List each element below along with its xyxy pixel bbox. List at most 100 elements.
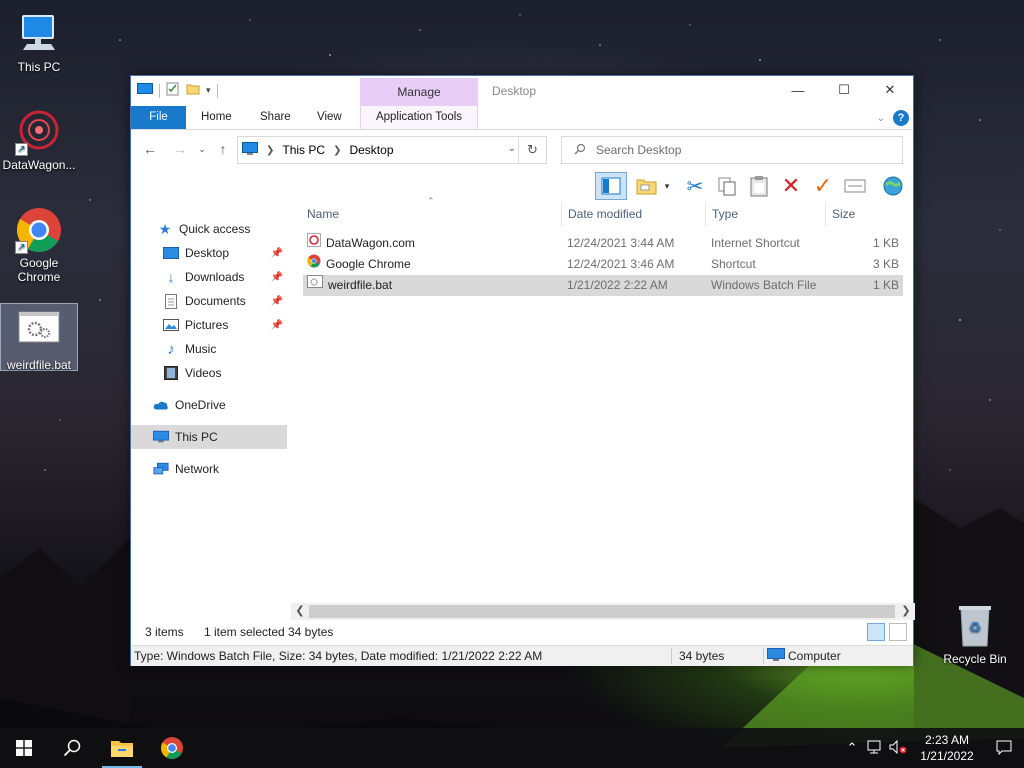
expand-ribbon-icon[interactable]: ⌄ — [877, 113, 885, 124]
tab-share[interactable]: Share — [248, 106, 303, 129]
clock[interactable]: 2:23 AM 1/21/2022 — [910, 732, 984, 764]
recent-locations-button[interactable]: ⌄ — [193, 140, 211, 158]
paste-icon[interactable] — [747, 174, 771, 198]
file-date: 12/24/2021 3:46 AM — [567, 257, 675, 271]
copy-icon[interactable] — [715, 174, 739, 198]
separator — [159, 83, 160, 98]
title-bar[interactable]: ▾ Manage Desktop — ☐ ✕ — [131, 76, 913, 106]
manage-tab-group[interactable]: Manage — [360, 78, 478, 106]
star-icon: ★ — [158, 220, 172, 237]
large-icons-view-button[interactable] — [889, 623, 907, 641]
details-view-button[interactable] — [867, 623, 885, 641]
video-icon — [163, 365, 179, 381]
desktop-icon-recycle-bin[interactable]: ♻ Recycle Bin — [936, 602, 1014, 666]
sidebar-item-documents[interactable]: Documents 📌 — [131, 289, 287, 313]
tab-file[interactable]: File — [131, 106, 186, 129]
column-header-type[interactable]: Type — [708, 202, 824, 226]
file-date: 1/21/2022 2:22 AM — [567, 278, 668, 292]
preview-pane-icon[interactable] — [595, 172, 627, 200]
search-icon — [574, 143, 586, 158]
sidebar-item-desktop[interactable]: Desktop 📌 — [131, 241, 287, 265]
column-divider[interactable] — [825, 202, 826, 226]
file-type: Internet Shortcut — [711, 236, 800, 250]
globe-icon[interactable] — [881, 174, 905, 198]
sidebar-item-this-pc[interactable]: This PC — [131, 425, 287, 449]
notifications-icon[interactable] — [984, 739, 1024, 758]
desktop-icon-label: Google Chrome — [17, 256, 61, 284]
sidebar-item-downloads[interactable]: ↓ Downloads 📌 — [131, 265, 287, 289]
sidebar-item-label: Desktop — [185, 246, 230, 260]
delete-icon[interactable]: ✕ — [779, 173, 803, 198]
scroll-right-icon[interactable]: ❯ — [897, 603, 915, 620]
search-box[interactable]: Search Desktop — [561, 136, 903, 164]
properties-icon[interactable] — [843, 174, 867, 198]
datawagon-icon: ↗ — [15, 108, 63, 156]
sidebar-item-pictures[interactable]: Pictures 📌 — [131, 313, 287, 337]
file-size: 1 KB — [872, 236, 899, 250]
forward-button[interactable]: → — [171, 140, 189, 158]
chevron-up-icon[interactable]: ⌃ — [840, 740, 864, 756]
computer-icon — [242, 141, 258, 159]
column-header-name[interactable]: Name — [303, 202, 559, 226]
horizontal-scrollbar[interactable]: ❮ ❯ — [291, 603, 915, 620]
column-header-date-modified[interactable]: Date modified — [564, 202, 704, 226]
table-row[interactable]: Google Chrome 12/24/2021 3:46 AM Shortcu… — [303, 254, 903, 275]
column-header-size[interactable]: Size — [828, 202, 898, 226]
maximize-button[interactable]: ☐ — [821, 76, 867, 104]
file-name: weirdfile.bat — [328, 278, 393, 292]
back-button[interactable]: ← — [141, 140, 159, 158]
sidebar-item-quick-access[interactable]: ★ Quick access — [131, 217, 287, 241]
search-button[interactable] — [48, 728, 96, 768]
sidebar-item-network[interactable]: Network — [131, 457, 287, 481]
new-folder-icon[interactable] — [186, 82, 200, 99]
pin-icon[interactable]: 📌 — [271, 296, 283, 307]
tab-home[interactable]: Home — [189, 106, 244, 129]
desktop-icon-weirdfile-bat[interactable]: weirdfile.bat — [0, 303, 78, 372]
volume-muted-icon[interactable] — [886, 739, 910, 757]
tab-application-tools[interactable]: Application Tools — [360, 106, 478, 129]
pin-icon[interactable]: 📌 — [271, 248, 283, 259]
close-button[interactable]: ✕ — [867, 76, 913, 104]
start-button[interactable] — [0, 728, 48, 768]
network-icon[interactable] — [864, 740, 886, 757]
column-divider[interactable] — [705, 202, 706, 226]
file-size-text: 34 bytes — [679, 649, 725, 663]
taskbar-chrome[interactable] — [148, 728, 196, 768]
file-size: 3 KB — [872, 257, 899, 271]
help-icon[interactable]: ? — [893, 110, 909, 126]
properties-icon[interactable] — [166, 82, 180, 99]
window-icon — [137, 83, 153, 98]
address-bar[interactable]: ❯ This PC ❯ Desktop ⌄ ↻ — [237, 136, 547, 164]
desktop-icon-datawagon[interactable]: ↗ DataWagon... — [0, 108, 78, 172]
cut-icon[interactable]: ✂ — [683, 174, 707, 198]
chevron-right-icon: ❯ — [266, 144, 275, 156]
taskbar-file-explorer[interactable] — [98, 728, 146, 768]
status-bar: 3 items 1 item selected 34 bytes — [131, 621, 913, 643]
breadcrumb-this-pc[interactable]: This PC — [282, 143, 325, 157]
chevron-down-icon[interactable]: ▾ — [206, 85, 211, 96]
desktop-icon-this-pc[interactable]: This PC — [0, 10, 78, 74]
pin-icon[interactable]: 📌 — [271, 272, 283, 283]
scrollbar-thumb[interactable] — [309, 605, 895, 618]
chevron-right-icon: ❯ — [333, 144, 342, 156]
refresh-button[interactable]: ↻ — [518, 137, 546, 163]
new-item-icon[interactable] — [635, 174, 659, 198]
tab-view[interactable]: View — [305, 106, 354, 129]
desktop-icon-google-chrome[interactable]: ↗ Google Chrome — [0, 206, 78, 284]
up-button[interactable]: ↑ — [214, 140, 232, 158]
file-date: 12/24/2021 3:44 AM — [567, 236, 675, 250]
pin-icon[interactable]: 📌 — [271, 320, 283, 331]
rename-icon[interactable]: ✓ — [811, 173, 835, 198]
chevron-down-icon[interactable]: ⌄ — [508, 143, 516, 154]
column-divider[interactable] — [561, 202, 562, 226]
table-row[interactable]: DataWagon.com 12/24/2021 3:44 AM Interne… — [303, 233, 903, 254]
minimize-button[interactable]: — — [775, 76, 821, 104]
table-row[interactable]: weirdfile.bat 1/21/2022 2:22 AM Windows … — [303, 275, 903, 296]
chevron-down-icon[interactable]: ▾ — [661, 174, 673, 198]
sidebar-item-music[interactable]: ♪ Music — [131, 337, 287, 361]
sidebar-item-videos[interactable]: Videos — [131, 361, 287, 385]
sidebar-item-onedrive[interactable]: OneDrive — [131, 393, 287, 417]
scroll-left-icon[interactable]: ❮ — [291, 603, 309, 620]
breadcrumb-desktop[interactable]: Desktop — [349, 143, 393, 157]
network-icon — [153, 461, 169, 477]
